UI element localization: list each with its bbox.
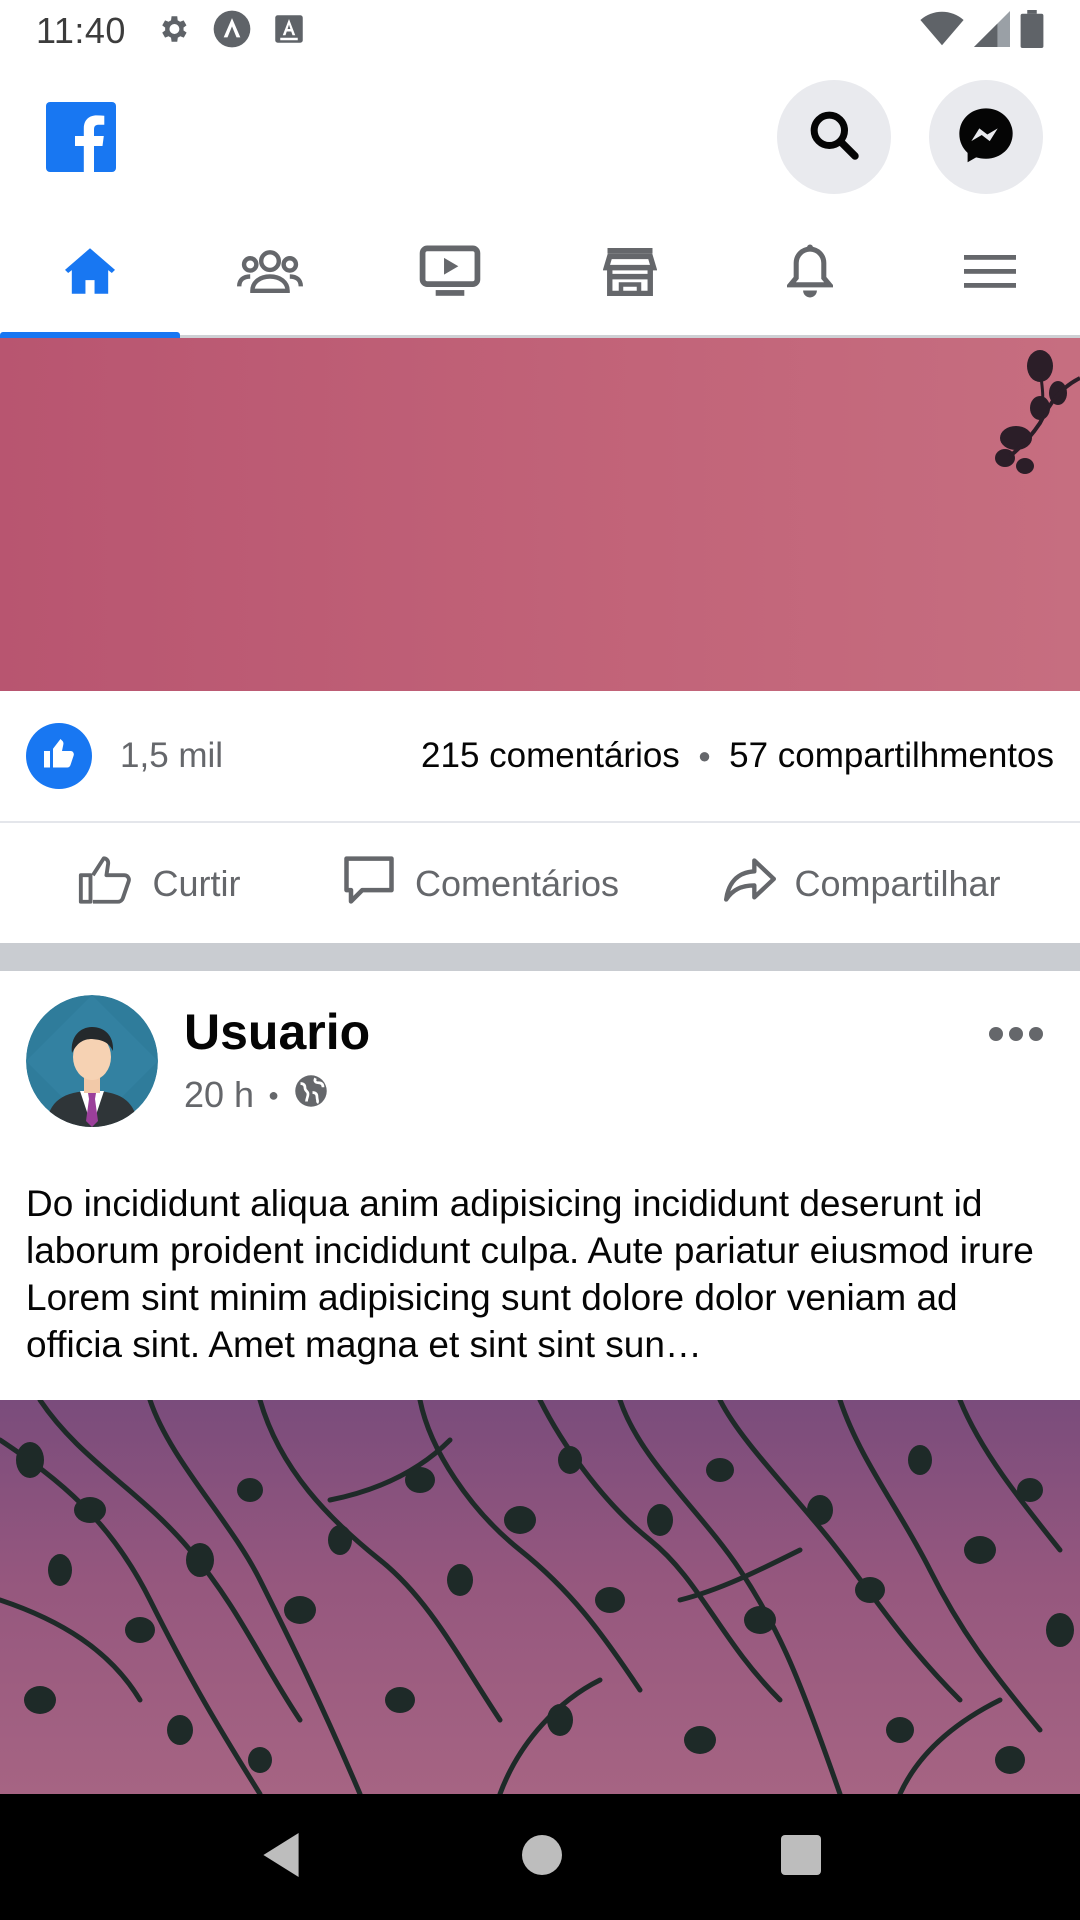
messenger-button[interactable] <box>929 80 1043 194</box>
home-circle-icon[interactable] <box>521 1834 562 1880</box>
post-image[interactable] <box>0 1400 1080 1794</box>
globe-icon <box>293 1073 329 1118</box>
thumbs-up-icon <box>41 736 77 777</box>
tab-home[interactable] <box>0 212 180 338</box>
bell-icon <box>785 243 835 304</box>
post-actions: Curtir Comentários Compartilhar <box>0 825 1080 943</box>
share-icon <box>724 857 777 911</box>
branches-silhouette <box>0 1400 1074 1794</box>
tab-notifications[interactable] <box>720 212 900 335</box>
tab-friends[interactable] <box>180 212 360 335</box>
post-stats: 215 comentários ● 57 compartilhmentos <box>421 736 1054 776</box>
tab-watch[interactable] <box>360 212 540 335</box>
more-options-button[interactable] <box>988 1026 1044 1047</box>
branch-silhouette <box>995 350 1080 474</box>
post-text[interactable]: Do incididunt aliqua anim adipisicing in… <box>26 1180 1056 1368</box>
status-bar: 11:40 <box>0 0 1080 62</box>
comment-icon <box>341 853 397 916</box>
tab-menu[interactable] <box>900 212 1080 335</box>
vpn-a-icon <box>212 9 252 54</box>
separator-dot: ● <box>697 743 712 768</box>
tab-bar <box>0 212 1080 338</box>
feed-divider <box>0 943 1080 971</box>
like-label: Curtir <box>152 863 241 904</box>
home-icon <box>62 246 118 301</box>
store-icon <box>602 246 658 301</box>
tab-marketplace[interactable] <box>540 212 720 335</box>
comment-label: Comentários <box>414 863 620 904</box>
share-button[interactable]: Compartilhar <box>645 857 1080 911</box>
recents-square-icon[interactable] <box>780 1834 821 1880</box>
reaction-count[interactable]: 1,5 mil <box>120 736 223 776</box>
messenger-icon <box>954 103 1018 172</box>
app-header <box>0 62 1080 212</box>
share-label: Compartilhar <box>794 863 1001 904</box>
facebook-logo[interactable] <box>46 102 116 172</box>
like-button[interactable]: Curtir <box>0 851 315 918</box>
back-icon[interactable] <box>259 1830 303 1885</box>
post-image-top[interactable] <box>0 338 1080 691</box>
post-author[interactable]: Usuario <box>184 1003 370 1061</box>
status-time: 11:40 <box>36 10 126 51</box>
search-button[interactable] <box>777 80 891 194</box>
thumbs-up-outline-icon <box>75 851 135 918</box>
reactions-row: 1,5 mil 215 comentários ● 57 compartilhm… <box>0 691 1080 823</box>
battery-icon <box>1020 9 1044 53</box>
comments-count[interactable]: 215 comentários <box>421 736 680 776</box>
friends-icon <box>237 249 303 298</box>
post-time[interactable]: 20 h <box>184 1074 254 1116</box>
font-a-icon <box>274 14 304 49</box>
avatar[interactable] <box>26 995 158 1127</box>
post-header: Usuario 20 h ● <box>0 971 1080 1151</box>
gear-icon <box>156 12 190 51</box>
system-nav-bar <box>0 1794 1080 1920</box>
hamburger-icon <box>964 251 1016 296</box>
search-icon <box>806 107 862 168</box>
comment-button[interactable]: Comentários <box>315 853 645 916</box>
signal-icon <box>974 10 1010 52</box>
wifi-icon <box>920 11 964 52</box>
separator-dot: ● <box>268 1084 279 1105</box>
shares-count[interactable]: 57 compartilhmentos <box>729 736 1054 776</box>
more-horizontal-icon <box>988 1026 1044 1046</box>
watch-icon <box>419 244 481 303</box>
like-reaction-badge[interactable] <box>26 723 92 789</box>
